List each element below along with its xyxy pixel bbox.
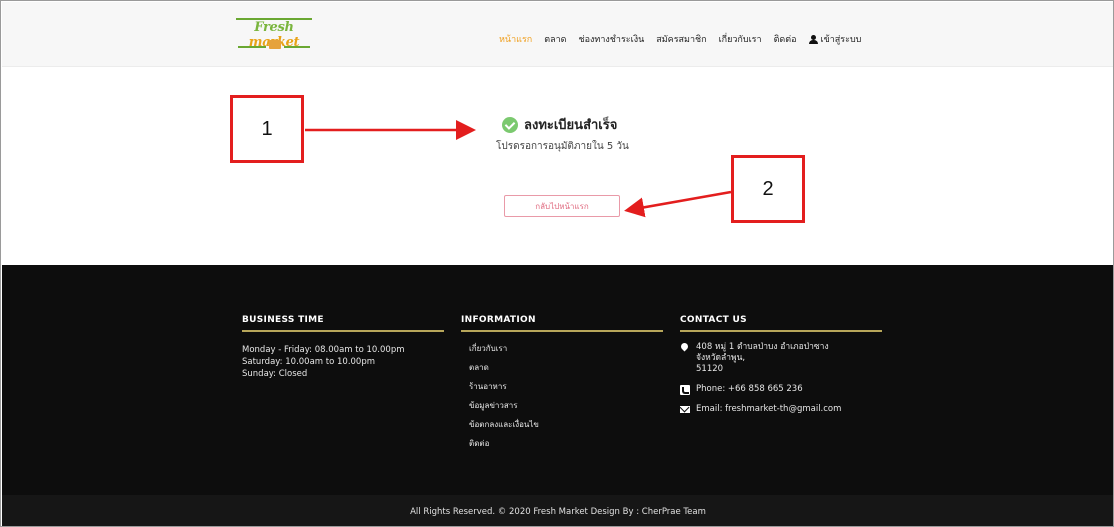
contact-email: Email: freshmarket-th@gmail.com (680, 404, 882, 415)
hours-saturday: Saturday: 10.00am to 10.00pm (242, 357, 376, 367)
address-line-3: 51120 (696, 364, 724, 374)
contact-rule (680, 330, 882, 332)
map-pin-icon (680, 343, 690, 353)
business-time-heading: BUSINESS TIME (242, 315, 324, 325)
phone-icon (680, 385, 690, 395)
hours-weekday: Monday - Friday: 08.00am to 10.00pm (242, 345, 405, 355)
info-link-terms[interactable]: ข้อตกลงและเงื่อนไข (461, 418, 663, 437)
footer-contact: CONTACT US 408 หมู่ 1 ตำบลป่าบง อำเภอป่า… (680, 315, 882, 415)
annotation-arrow-2 (624, 190, 732, 218)
copyright-bar: All Rights Reserved. © 2020 Fresh Market… (2, 495, 1113, 526)
info-link-contact[interactable]: ติดต่อ (461, 437, 663, 456)
footer-information: INFORMATION เกี่ยวกับเรา ตลาด ร้านอาหาร … (461, 315, 663, 456)
hours-sunday: Sunday: Closed (242, 369, 308, 379)
envelope-icon (680, 406, 690, 413)
info-link-market[interactable]: ตลาด (461, 361, 663, 380)
information-rule (461, 330, 663, 332)
info-link-news[interactable]: ข้อมูลข่าวสาร (461, 399, 663, 418)
info-link-about[interactable]: เกี่ยวกับเรา (461, 342, 663, 361)
copyright-text: All Rights Reserved. © 2020 Fresh Market… (410, 506, 706, 517)
information-links: เกี่ยวกับเรา ตลาด ร้านอาหาร ข้อมูลข่าวสา… (461, 342, 663, 456)
contact-heading: CONTACT US (680, 315, 747, 325)
page-frame: Fresh market หน้าแรก ตลาด ช่องทางชำระเงิ… (0, 0, 1114, 527)
business-time-rule (242, 330, 444, 332)
phone-text: Phone: +66 858 665 236 (696, 384, 803, 394)
site-footer: BUSINESS TIME Monday - Friday: 08.00am t… (2, 265, 1113, 495)
address-line-2: จังหวัดลำพูน, (696, 353, 746, 363)
footer-business-time: BUSINESS TIME Monday - Friday: 08.00am t… (242, 315, 444, 380)
information-heading: INFORMATION (461, 315, 536, 325)
contact-phone: Phone: +66 858 665 236 (680, 384, 882, 395)
address-line-1: 408 หมู่ 1 ตำบลป่าบง อำเภอป่าซาง (696, 342, 829, 352)
info-link-restaurant[interactable]: ร้านอาหาร (461, 380, 663, 399)
contact-address: 408 หมู่ 1 ตำบลป่าบง อำเภอป่าซาง จังหวัด… (680, 342, 882, 375)
email-text[interactable]: Email: freshmarket-th@gmail.com (696, 404, 841, 415)
